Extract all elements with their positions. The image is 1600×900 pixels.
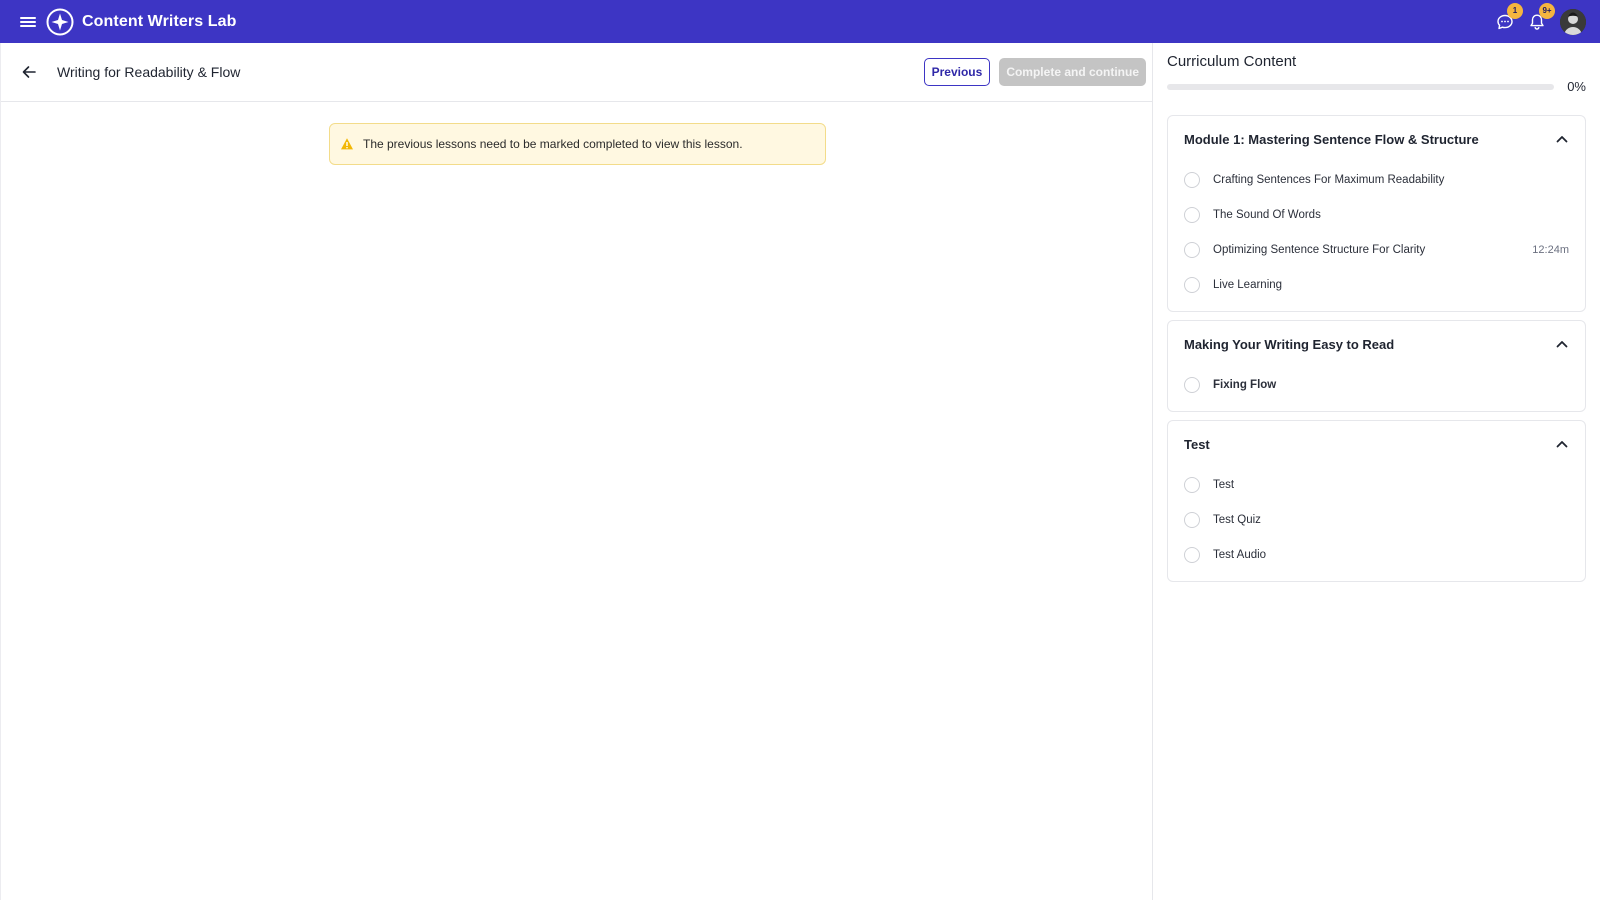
- curriculum-title: Curriculum Content: [1167, 53, 1297, 70]
- lesson-item[interactable]: Fixing Flow: [1184, 367, 1569, 402]
- lesson-name: Fixing Flow: [1213, 378, 1277, 391]
- curriculum-sidebar: Curriculum Content 0% Module 1: Masterin…: [1152, 43, 1600, 900]
- module-header[interactable]: Making Your Writing Easy to Read: [1184, 321, 1569, 367]
- lesson-name: Test: [1213, 478, 1235, 491]
- top-navigation-bar: Content Writers Lab 1 9+: [0, 0, 1600, 43]
- lesson-status-radio[interactable]: [1184, 376, 1200, 393]
- notification-badge: 9+: [1539, 2, 1555, 19]
- lesson-status-radio[interactable]: [1184, 546, 1200, 563]
- previous-button[interactable]: Previous: [923, 58, 991, 86]
- module-card: Module 1: Mastering Sentence Flow & Stru…: [1167, 115, 1586, 312]
- lesson-name: Test Audio: [1213, 548, 1267, 561]
- module-title: Making Your Writing Easy to Read: [1184, 336, 1395, 352]
- module-title: Module 1: Mastering Sentence Flow & Stru…: [1184, 131, 1479, 147]
- lesson-item[interactable]: Live Learning: [1184, 267, 1569, 302]
- lesson-actions: Previous Complete and continue: [923, 58, 1146, 86]
- lesson-status-radio[interactable]: [1184, 476, 1200, 493]
- lesson-duration: 12:24m: [1532, 243, 1569, 256]
- lesson-item[interactable]: Optimizing Sentence Structure For Clarit…: [1184, 232, 1569, 267]
- lesson-status-radio[interactable]: [1184, 206, 1200, 223]
- lesson-header: Writing for Readability & Flow Previous …: [1, 43, 1152, 102]
- chevron-up-icon[interactable]: [1555, 437, 1569, 451]
- chat-badge: 1: [1507, 2, 1523, 19]
- progress-percent: 0%: [1567, 79, 1586, 94]
- module-header[interactable]: Module 1: Mastering Sentence Flow & Stru…: [1184, 116, 1569, 162]
- lesson-status-radio[interactable]: [1184, 171, 1200, 188]
- chevron-up-icon[interactable]: [1555, 337, 1569, 351]
- lesson-main-area: Writing for Readability & Flow Previous …: [0, 43, 1152, 900]
- complete-and-continue-button[interactable]: Complete and continue: [999, 58, 1146, 86]
- hamburger-menu-icon[interactable]: [20, 15, 36, 29]
- module-card: Test Test Test Quiz Test Audio: [1167, 420, 1586, 582]
- chevron-up-icon[interactable]: [1555, 132, 1569, 146]
- locked-lesson-warning: The previous lessons need to be marked c…: [329, 123, 826, 165]
- bell-icon[interactable]: 9+: [1528, 2, 1555, 31]
- lesson-status-radio[interactable]: [1184, 511, 1200, 528]
- app-title[interactable]: Content Writers Lab: [82, 13, 237, 31]
- lesson-item[interactable]: Test: [1184, 467, 1569, 502]
- lesson-status-radio[interactable]: [1184, 276, 1200, 293]
- lesson-title: Writing for Readability & Flow: [57, 64, 241, 80]
- lesson-name: Test Quiz: [1213, 513, 1261, 526]
- lesson-item[interactable]: Crafting Sentences For Maximum Readabili…: [1184, 162, 1569, 197]
- warning-text: The previous lessons need to be marked c…: [363, 137, 743, 151]
- user-avatar[interactable]: [1560, 8, 1586, 35]
- lesson-name: Live Learning: [1213, 278, 1283, 291]
- lesson-item[interactable]: The Sound Of Words: [1184, 197, 1569, 232]
- lesson-name: The Sound Of Words: [1213, 208, 1321, 221]
- lesson-item[interactable]: Test Quiz: [1184, 502, 1569, 537]
- chat-bubble-icon[interactable]: 1: [1496, 2, 1523, 31]
- lesson-name: Optimizing Sentence Structure For Clarit…: [1213, 243, 1426, 256]
- star-logo-icon[interactable]: [46, 8, 74, 36]
- top-right-actions: 1 9+: [1496, 2, 1586, 35]
- module-list: Module 1: Mastering Sentence Flow & Stru…: [1167, 115, 1586, 582]
- lesson-item[interactable]: Test Audio: [1184, 537, 1569, 572]
- warning-triangle-icon: [341, 138, 353, 150]
- progress-bar: [1167, 83, 1554, 90]
- module-card: Making Your Writing Easy to Read Fixing …: [1167, 320, 1586, 412]
- curriculum-progress: 0%: [1167, 79, 1586, 94]
- module-title: Test: [1184, 436, 1210, 452]
- lesson-name: Crafting Sentences For Maximum Readabili…: [1213, 173, 1445, 186]
- module-header[interactable]: Test: [1184, 421, 1569, 467]
- lesson-status-radio[interactable]: [1184, 241, 1200, 258]
- arrow-left-icon[interactable]: [21, 64, 37, 80]
